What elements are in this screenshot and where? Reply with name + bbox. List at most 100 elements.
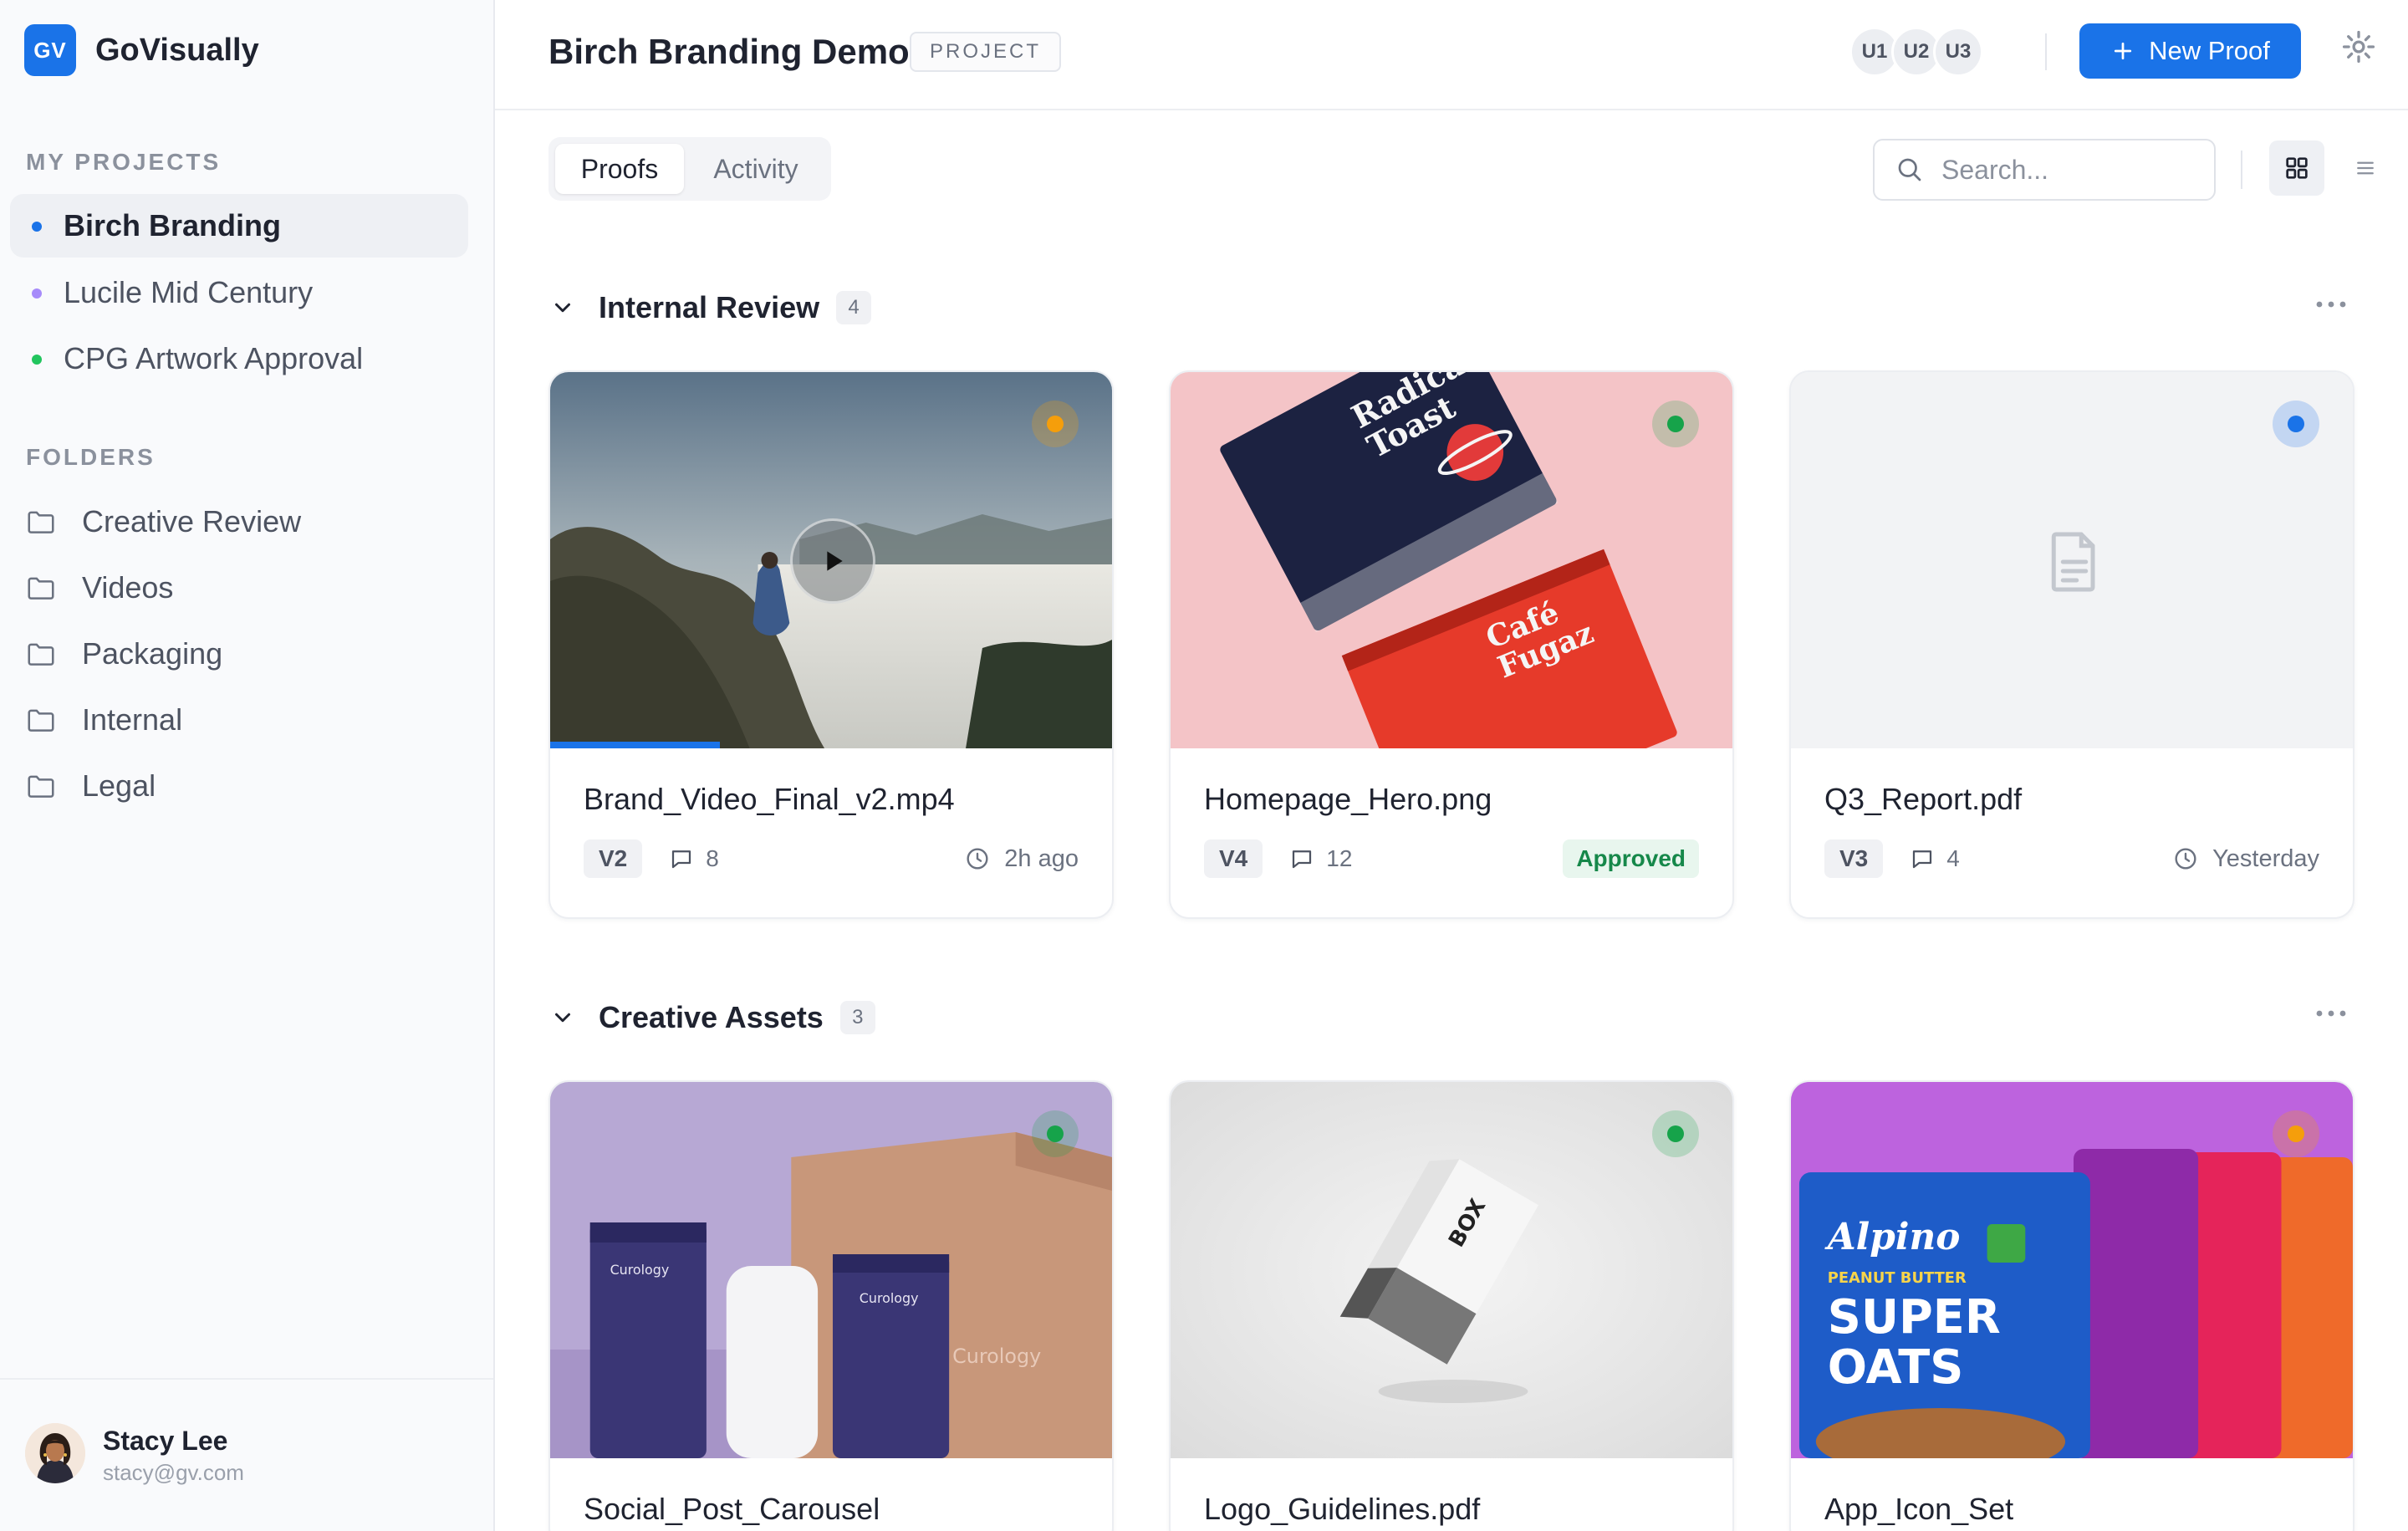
project-dot-icon	[32, 288, 42, 299]
user-name: Stacy Lee	[103, 1426, 228, 1456]
folder-internal[interactable]: Internal	[25, 695, 182, 745]
version-badge: V3	[1824, 839, 1884, 878]
status-indicator	[1032, 1110, 1079, 1157]
collaborator-avatar[interactable]: U3	[1933, 27, 1983, 77]
sidebar-item-cpg-artwork-approval[interactable]: CPG Artwork Approval	[10, 327, 468, 390]
page-title: Birch Branding Demo	[548, 32, 910, 71]
card-title: App_Icon_Set	[1824, 1492, 2014, 1526]
comment-count: 12	[1289, 845, 1352, 872]
product-label-peanut-butter: PEANUT BUTTER	[1828, 1269, 1967, 1287]
document-thumbnail	[1791, 372, 2353, 748]
card-meta: V2 8 2h ago	[584, 837, 1079, 880]
folder-label: Packaging	[82, 636, 223, 671]
folder-label: Videos	[82, 570, 174, 605]
new-proof-button[interactable]: New Proof	[2079, 23, 2301, 79]
folder-label: Internal	[82, 702, 183, 737]
more-options-icon[interactable]	[2314, 1008, 2348, 1018]
product-label-curology: Curology	[860, 1290, 919, 1306]
group-header-internal-review[interactable]: Internal Review 4	[550, 287, 872, 329]
group-header-creative-assets[interactable]: Creative Assets 3	[550, 997, 875, 1039]
tab-activity[interactable]: Activity	[687, 144, 824, 194]
comment-count-value: 4	[1946, 845, 1960, 871]
chevron-down-icon	[555, 303, 570, 313]
card-title: Homepage_Hero.png	[1204, 782, 1492, 816]
video-progress-bar	[550, 742, 720, 748]
group-title: Internal Review	[599, 290, 820, 324]
timestamp-value: 2h ago	[1004, 845, 1079, 872]
search-box[interactable]	[1873, 139, 2216, 201]
sidebar-item-birch-branding[interactable]: Birch Branding	[10, 194, 468, 258]
proof-card-image[interactable]: Curology Curology Curology Social_Post_C…	[548, 1080, 1114, 1531]
tab-proofs[interactable]: Proofs	[555, 144, 684, 194]
search-icon	[1898, 158, 1921, 181]
status-indicator	[1652, 401, 1699, 447]
folder-icon	[28, 775, 54, 798]
new-proof-label: New Proof	[2149, 36, 2270, 65]
card-title: Logo_Guidelines.pdf	[1204, 1492, 1481, 1526]
group-count-badge: 3	[839, 1001, 875, 1034]
brand-logo: GV	[24, 24, 76, 76]
proof-card-image[interactable]: Alpino PEANUT BUTTER SUPER OATS App_Icon…	[1789, 1080, 2354, 1531]
clock-icon	[967, 848, 988, 870]
user-email: stacy@gv.com	[103, 1460, 244, 1485]
sidebar-item-label: Birch Branding	[64, 208, 282, 242]
comment-icon	[1293, 850, 1312, 869]
folder-videos[interactable]: Videos	[25, 563, 173, 613]
play-button[interactable]	[790, 518, 875, 604]
comment-icon	[1913, 850, 1932, 869]
folder-packaging[interactable]: Packaging	[25, 629, 222, 679]
proof-card-image[interactable]: Radical Toast Café Fugaz Homepage_Hero.p…	[1169, 370, 1734, 919]
card-title: Brand_Video_Final_v2.mp4	[584, 782, 955, 816]
folder-legal[interactable]: Legal	[25, 761, 156, 811]
image-thumbnail: BOX	[1171, 1082, 1732, 1458]
more-options-icon[interactable]	[2314, 299, 2348, 309]
proof-card-document[interactable]: Q3_Report.pdf V3 4 Yesterday	[1789, 370, 2354, 919]
plus-icon	[2115, 42, 2132, 60]
project-dot-icon	[32, 355, 42, 365]
clock-icon	[2175, 848, 2196, 870]
search-input[interactable]	[1941, 154, 2192, 186]
play-icon	[827, 551, 843, 571]
sidebar-item-lucile-mid-century[interactable]: Lucile Mid Century	[10, 261, 468, 324]
box-label-curology: Curology	[952, 1345, 1041, 1368]
projects-section-label: MY PROJECTS	[26, 149, 222, 175]
timestamp: 2h ago	[964, 845, 1079, 873]
theme-toggle-icon[interactable]	[2340, 28, 2377, 65]
product-label-alpino: Alpino	[1824, 1216, 1961, 1258]
folder-icon	[28, 577, 54, 600]
folder-label: Legal	[82, 768, 156, 803]
brand[interactable]: GV GoVisually	[24, 24, 259, 76]
image-thumbnail: Radical Toast Café Fugaz	[1171, 372, 1732, 748]
grid-icon	[2286, 157, 2308, 179]
image-thumbnail: Curology Curology Curology	[550, 1082, 1112, 1458]
card-title: Social_Post_Carousel	[584, 1492, 880, 1526]
proof-card-video[interactable]: Brand_Video_Final_v2.mp4 V2 8 2h ago	[548, 370, 1114, 919]
version-badge: V2	[584, 839, 643, 878]
comment-count-value: 8	[706, 845, 719, 871]
product-label-super: SUPER	[1828, 1290, 2001, 1345]
folder-label: Creative Review	[82, 504, 302, 538]
grid-view-button[interactable]	[2269, 140, 2324, 196]
proof-card-image[interactable]: BOX Logo_Guidelines.pdf	[1169, 1080, 1734, 1531]
folder-icon	[28, 709, 54, 732]
status-indicator	[1652, 1110, 1699, 1157]
group-title: Creative Assets	[599, 1000, 824, 1034]
sidebar-item-label: CPG Artwork Approval	[64, 341, 364, 375]
comment-count-value: 12	[1326, 845, 1353, 871]
sidebar-item-label: Lucile Mid Century	[64, 275, 314, 309]
timestamp-value: Yesterday	[2212, 845, 2319, 872]
comment-count: 4	[1910, 845, 1960, 872]
status-indicator	[1032, 401, 1079, 447]
product-label-curology: Curology	[610, 1262, 670, 1278]
image-thumbnail: Alpino PEANUT BUTTER SUPER OATS	[1791, 1082, 2353, 1458]
card-title: Q3_Report.pdf	[1824, 782, 2023, 816]
timestamp: Yesterday	[2172, 845, 2319, 873]
folder-creative-review[interactable]: Creative Review	[25, 497, 301, 547]
user-profile[interactable]: Stacy Lee stacy@gv.com	[0, 1378, 493, 1531]
project-dot-icon	[32, 222, 42, 232]
project-tag: PROJECT	[910, 32, 1062, 72]
version-badge: V4	[1204, 839, 1263, 878]
comment-count: 8	[669, 845, 719, 872]
status-indicator	[2273, 401, 2319, 447]
list-view-button[interactable]	[2336, 140, 2395, 196]
